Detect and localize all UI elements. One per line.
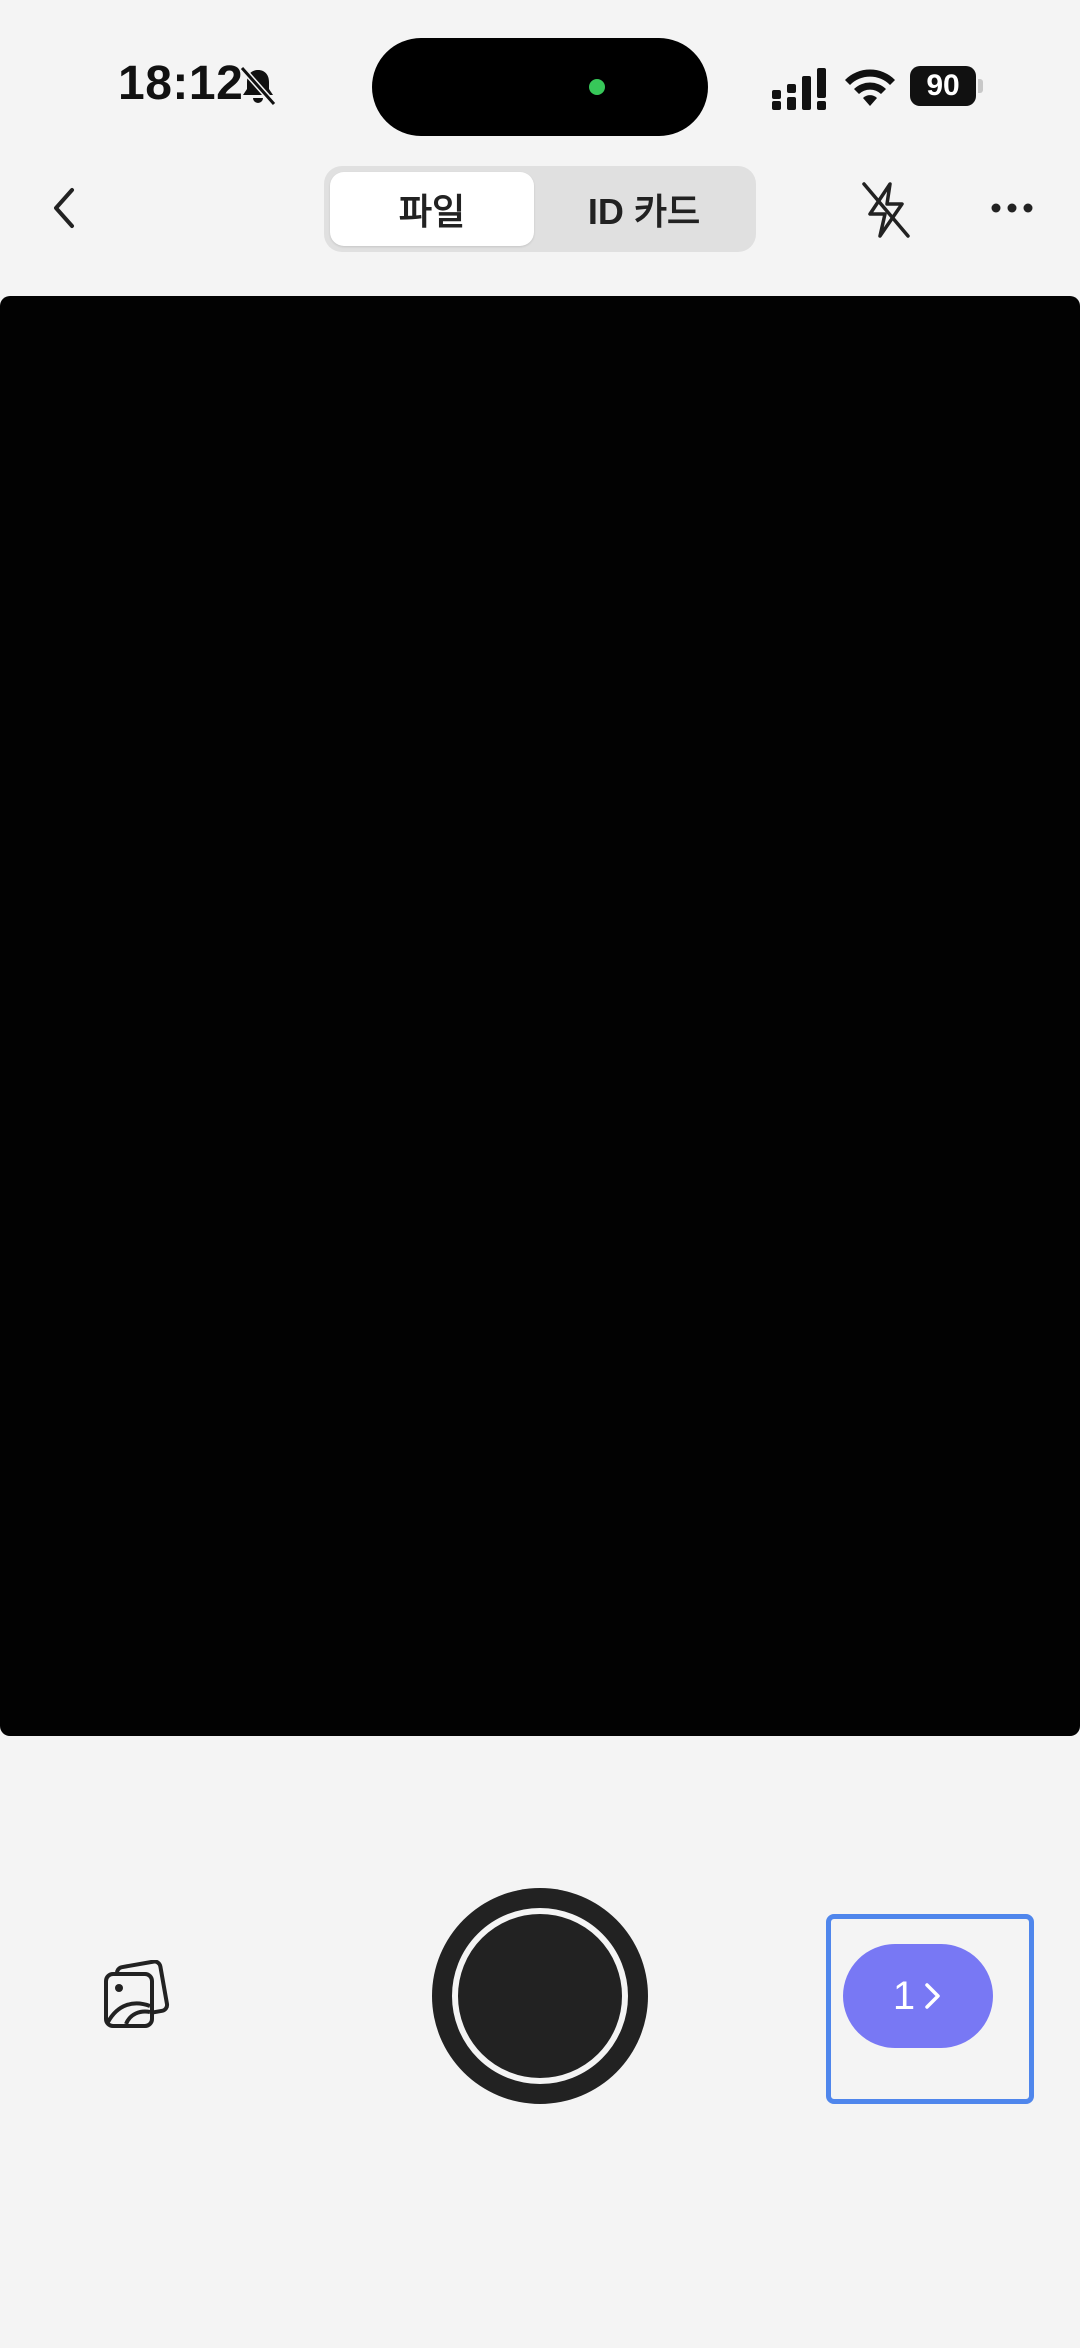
status-time: 18:12: [118, 57, 244, 110]
shutter-inner-ring: [452, 1908, 628, 2084]
gallery-stack-icon[interactable]: [100, 1960, 170, 2030]
flash-off-icon[interactable]: [858, 178, 914, 242]
scanned-pages-button[interactable]: 1: [843, 1944, 993, 2048]
bell-slash-icon: [239, 66, 277, 106]
chevron-right-icon: [925, 1983, 940, 2009]
camera-viewfinder[interactable]: [0, 296, 1080, 1736]
wifi-icon: [845, 69, 895, 106]
ellipsis-icon[interactable]: [990, 196, 1034, 220]
battery-level: 90: [910, 66, 976, 106]
tab-id-card[interactable]: ID 카드: [538, 172, 750, 246]
camera-active-indicator: [589, 79, 605, 95]
tab-file[interactable]: 파일: [330, 172, 534, 246]
cellular-signal-icon: [772, 68, 826, 110]
chevron-left-icon[interactable]: [38, 176, 94, 240]
document-type-segmented-control: 파일 ID 카드: [324, 166, 756, 252]
page-count: 1: [892, 1973, 916, 2018]
battery-icon: 90: [910, 66, 984, 106]
dynamic-island: [372, 38, 708, 136]
